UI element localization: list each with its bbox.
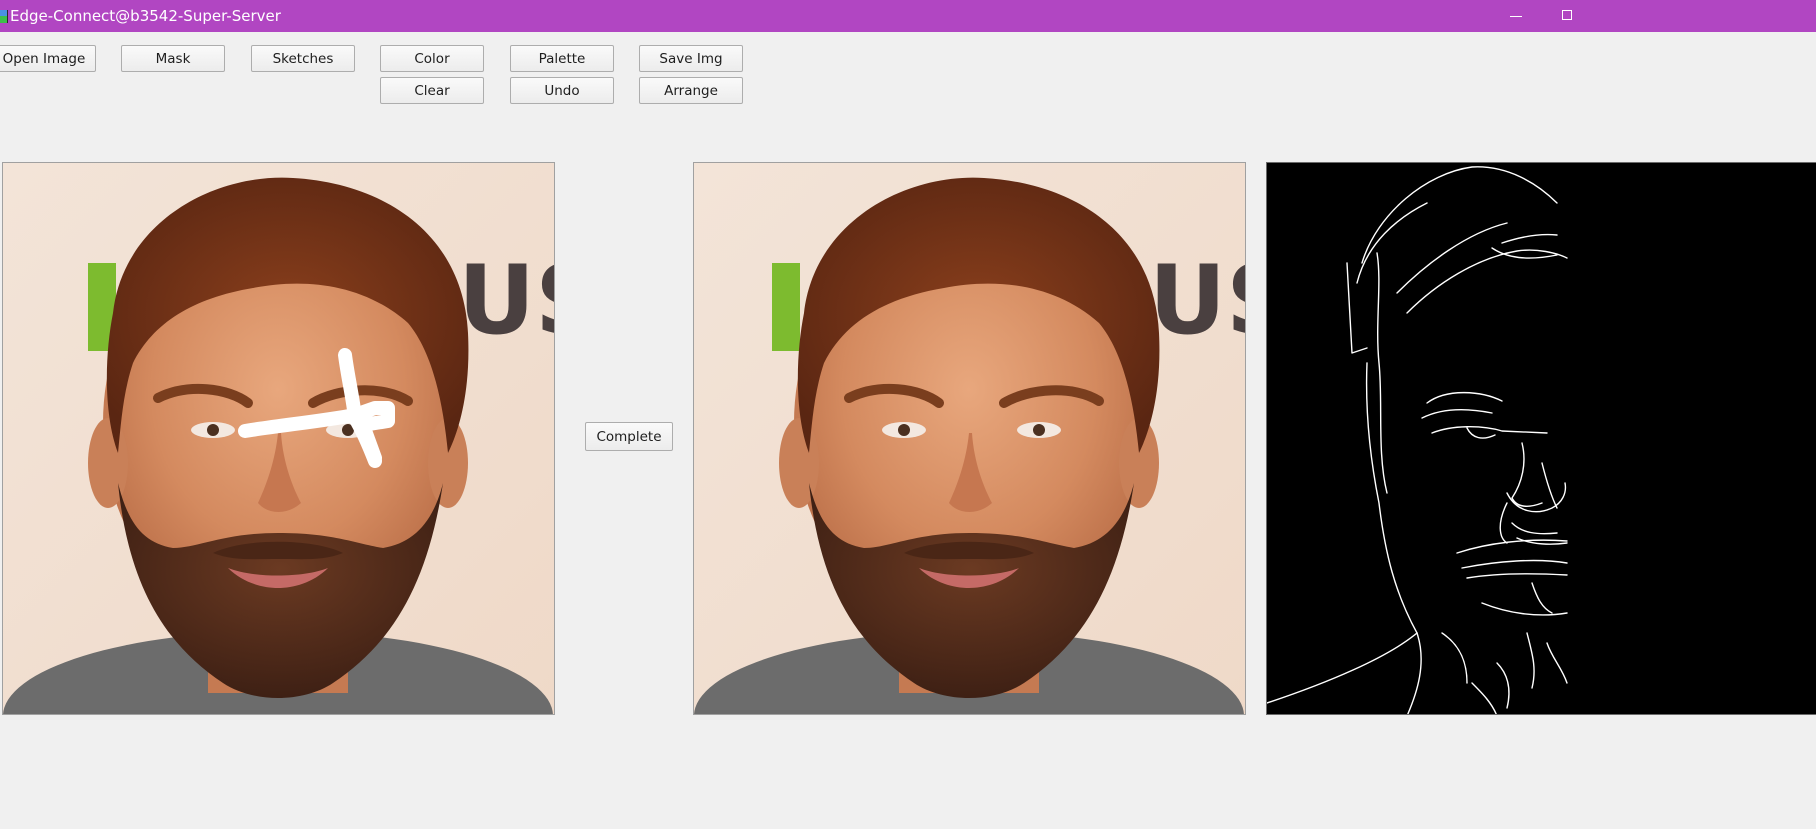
complete-button[interactable]: Complete xyxy=(585,422,673,451)
app-icon xyxy=(0,10,8,23)
minimize-icon[interactable] xyxy=(1497,0,1537,32)
mask-button[interactable]: Mask xyxy=(121,45,225,72)
edge-map-image xyxy=(1267,163,1816,714)
output-portrait-image: US xyxy=(694,163,1246,714)
svg-text:US: US xyxy=(458,246,555,356)
palette-button[interactable]: Palette xyxy=(510,45,614,72)
window-title: Edge-Connect@b3542-Super-Server xyxy=(10,7,281,25)
input-image-canvas[interactable]: US xyxy=(2,162,555,715)
output-image-canvas: US xyxy=(693,162,1246,715)
maximize-icon[interactable] xyxy=(1550,0,1590,32)
arrange-button[interactable]: Arrange xyxy=(639,77,743,104)
svg-text:US: US xyxy=(1149,246,1246,356)
app-window: Edge-Connect@b3542-Super-Server Open Ima… xyxy=(0,0,1816,829)
input-portrait-image: US xyxy=(3,163,555,714)
open-image-button[interactable]: Open Image xyxy=(0,45,96,72)
title-bar: Edge-Connect@b3542-Super-Server xyxy=(0,0,1816,32)
edge-map-canvas[interactable] xyxy=(1266,162,1816,715)
undo-button[interactable]: Undo xyxy=(510,77,614,104)
clear-button[interactable]: Clear xyxy=(380,77,484,104)
sketches-button[interactable]: Sketches xyxy=(251,45,355,72)
color-button[interactable]: Color xyxy=(380,45,484,72)
save-img-button[interactable]: Save Img xyxy=(639,45,743,72)
